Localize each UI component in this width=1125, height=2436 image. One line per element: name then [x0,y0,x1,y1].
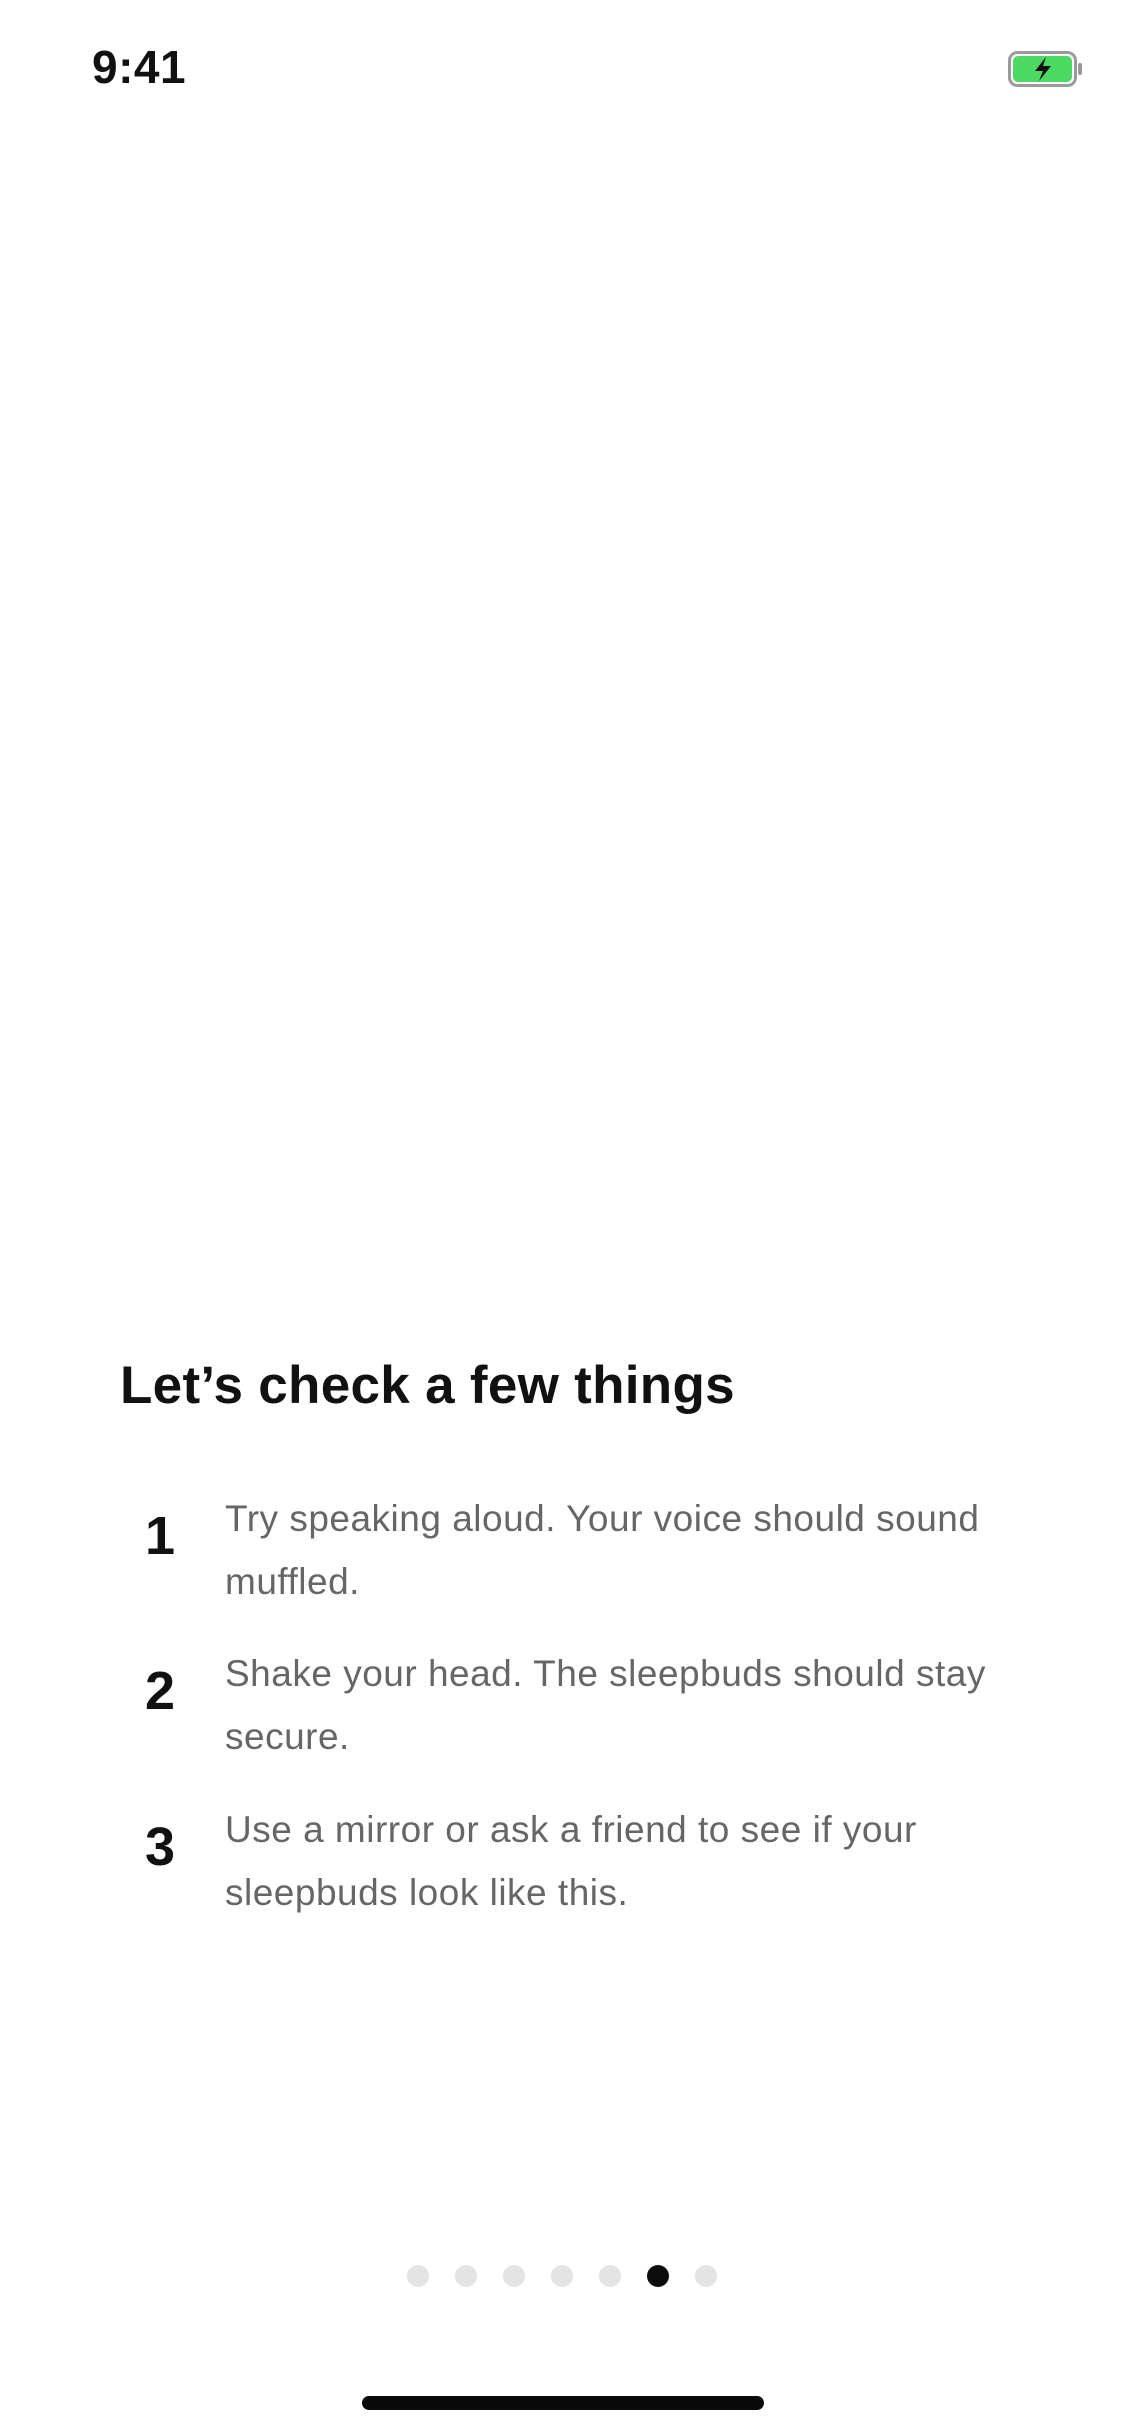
battery-charging-icon [1008,51,1082,87]
page-dot-1[interactable] [407,2265,429,2287]
step-text: Shake your head. The sleepbuds should st… [225,1653,986,1757]
step-number: 3 [144,1817,176,1877]
step-item-2: 2 Shake your head. The sleepbuds should … [0,1642,1125,1782]
page-dot-6[interactable] [647,2265,669,2287]
page-dot-3[interactable] [503,2265,525,2287]
page-dot-2[interactable] [455,2265,477,2287]
page-dot-4[interactable] [551,2265,573,2287]
status-bar: 9:41 [0,0,1125,140]
page-indicator[interactable] [0,2265,1125,2293]
step-item-1: 1 Try speaking aloud. Your voice should … [0,1487,1125,1627]
step-text: Use a mirror or ask a friend to see if y… [225,1809,917,1913]
step-text: Try speaking aloud. Your voice should so… [225,1498,980,1602]
page-dot-7[interactable] [695,2265,717,2287]
step-number: 1 [144,1506,176,1566]
step-item-3: 3 Use a mirror or ask a friend to see if… [0,1798,1125,1938]
step-number: 2 [144,1661,176,1721]
status-time: 9:41 [92,41,187,93]
home-indicator[interactable] [362,2396,764,2410]
page-dot-5[interactable] [599,2265,621,2287]
page-title: Let’s check a few things [120,1356,735,1415]
